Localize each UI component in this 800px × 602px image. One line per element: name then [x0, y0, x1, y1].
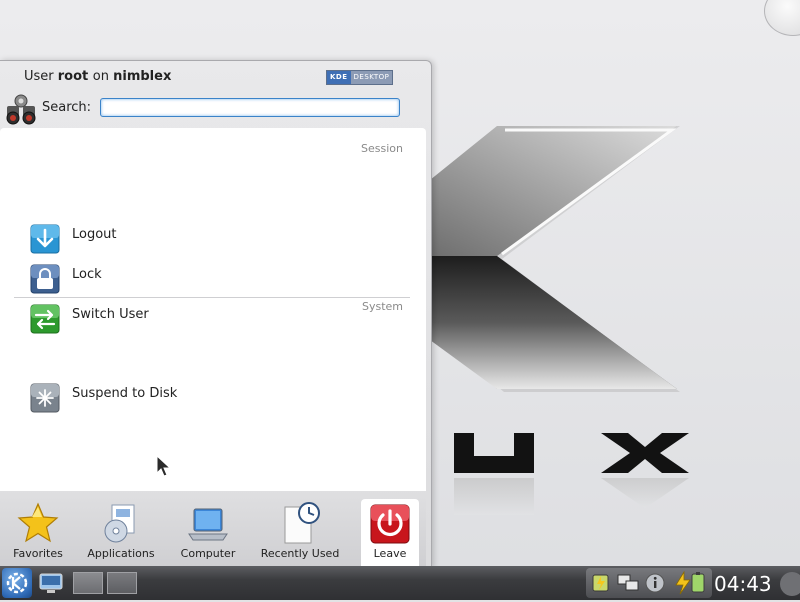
tab-applications-label: Applications — [87, 547, 155, 560]
logout-label: Logout — [72, 226, 117, 242]
panel-toolbox-button[interactable] — [780, 572, 800, 596]
power-icon — [370, 504, 410, 544]
applications-icon — [104, 504, 135, 543]
info-icon[interactable] — [644, 572, 666, 594]
binoculars-icon — [6, 94, 36, 125]
desktop-logo-text: DESKTOP — [350, 71, 393, 84]
search-input[interactable] — [100, 98, 400, 117]
switch-user-label: Switch User — [72, 306, 149, 322]
logout-item[interactable]: Logout — [30, 223, 410, 255]
kickoff-tab-bar: Favorites Applications Computer Recently… — [0, 491, 426, 567]
user-header-prefix: User — [24, 69, 58, 84]
show-desktop-icon[interactable] — [38, 570, 64, 596]
clock[interactable]: 04:43 — [714, 572, 772, 596]
tab-recently-used[interactable]: Recently Used — [254, 497, 346, 563]
pager-desktop-2[interactable] — [107, 572, 137, 594]
host-name: nimblex — [113, 69, 172, 84]
leave-panel: Session Logout Lock Switch User System S… — [0, 128, 426, 491]
tab-favorites-label: Favorites — [13, 547, 63, 560]
kde-desktop-logo: KDE DESKTOP — [326, 70, 394, 85]
star-icon — [17, 502, 59, 543]
system-tray — [586, 568, 712, 598]
search-label: Search: — [42, 100, 92, 115]
lock-icon — [30, 264, 60, 294]
tab-favorites[interactable]: Favorites — [4, 497, 72, 563]
switch-user-icon — [30, 304, 60, 334]
computer-icon — [188, 508, 228, 541]
kde-logo-text: KDE — [327, 71, 351, 84]
battery-icon[interactable] — [590, 572, 612, 594]
suspend-icon — [30, 383, 60, 413]
switch-user-item[interactable]: Switch User — [30, 303, 410, 335]
user-name: root — [57, 69, 93, 84]
mouse-cursor-icon — [156, 454, 172, 477]
taskbar-panel: 04:43 — [0, 566, 800, 600]
tab-computer-label: Computer — [180, 547, 236, 560]
network-icon[interactable] — [616, 572, 640, 594]
lock-label: Lock — [72, 266, 102, 282]
section-title-system: System — [361, 300, 403, 313]
suspend-to-disk-label: Suspend to Disk — [72, 385, 178, 401]
logout-icon — [30, 224, 60, 254]
tab-computer[interactable]: Computer — [174, 497, 242, 563]
lock-item[interactable]: Lock — [30, 263, 410, 295]
user-header-on: on — [92, 69, 114, 84]
user-header: User root on nimblex — [24, 69, 171, 84]
kde-gear-icon — [6, 572, 28, 594]
section-title-session: Session — [361, 142, 403, 155]
tab-leave-label: Leave — [373, 547, 407, 560]
power-plug-icon[interactable] — [672, 570, 708, 596]
tab-applications[interactable]: Applications — [84, 497, 158, 563]
tab-recently-used-label: Recently Used — [260, 547, 340, 560]
kde-menu-button[interactable] — [2, 568, 32, 598]
recent-document-icon — [284, 502, 320, 544]
suspend-to-disk-item[interactable]: Suspend to Disk — [30, 382, 410, 414]
pager-desktop-1[interactable] — [73, 572, 103, 594]
kickoff-menu: User root on nimblex KDE DESKTOP Search:… — [0, 60, 432, 568]
tab-leave[interactable]: Leave — [361, 499, 419, 567]
section-divider — [14, 297, 410, 298]
